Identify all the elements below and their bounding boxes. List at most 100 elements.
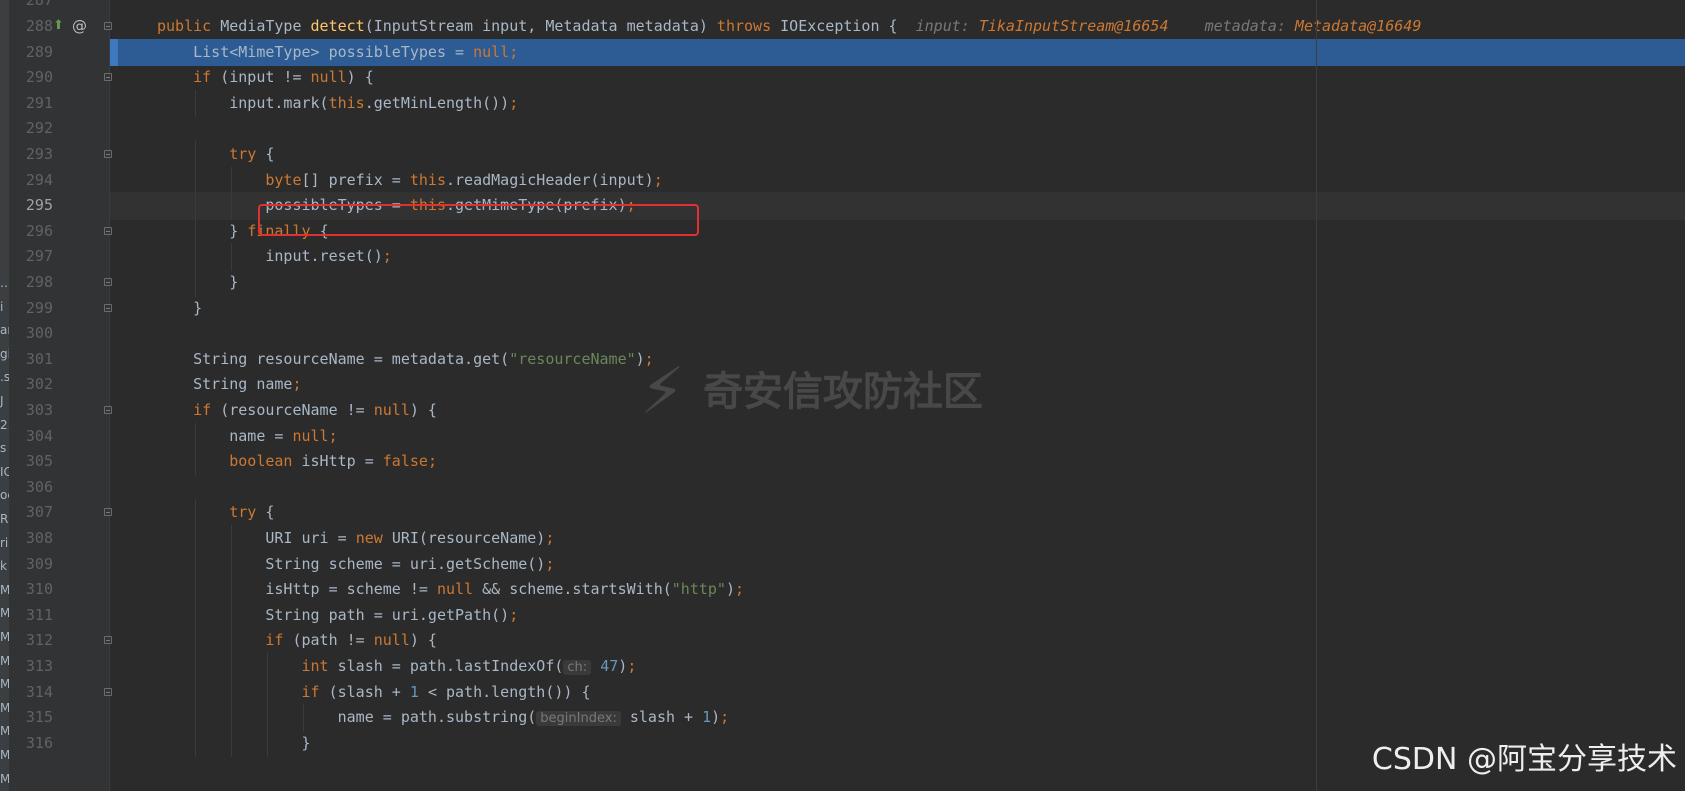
- project-tree-item[interactable]: s: [0, 437, 9, 459]
- code-line-row[interactable]: public MediaType detect(InputStream inpu…: [110, 13, 1685, 41]
- code-token: throws: [716, 17, 781, 35]
- code-line-row[interactable]: if (slash + 1 < path.length()) {: [110, 678, 1685, 707]
- project-tree-item[interactable]: M: [0, 602, 9, 624]
- gutter[interactable]: 287 288 ⬆ @289 290 291 292 293 294 295 296 297 298 29…: [9, 0, 112, 791]
- gutter-line: 294: [9, 167, 109, 195]
- code-line-row[interactable]: if (path != null) {: [110, 627, 1685, 655]
- code-text[interactable]: List<MimeType> possibleTypes = null;: [157, 39, 518, 67]
- code-text[interactable]: String scheme = uri.getScheme();: [157, 551, 554, 579]
- code-token: }: [157, 273, 239, 291]
- code-text[interactable]: }: [157, 295, 202, 323]
- line-number: 309: [25, 554, 53, 573]
- line-number: 310: [25, 580, 53, 599]
- code-line-row[interactable]: boolean isHttp = false;: [110, 448, 1685, 476]
- project-tree-item[interactable]: …: [0, 272, 9, 294]
- code-line-row[interactable]: }: [110, 295, 1685, 323]
- code-text[interactable]: if (path != null) {: [157, 627, 437, 655]
- code-text[interactable]: try {: [157, 499, 274, 527]
- code-line-row[interactable]: URI uri = new URI(resourceName);: [110, 525, 1685, 553]
- code-text[interactable]: boolean isHttp = false;: [157, 448, 437, 476]
- project-tree-item[interactable]: RE: [0, 508, 9, 530]
- code-line-row[interactable]: String path = uri.getPath();: [110, 601, 1685, 630]
- code-text[interactable]: byte[] prefix = this.readMagicHeader(inp…: [157, 167, 662, 195]
- code-token: ;: [427, 452, 437, 471]
- code-text[interactable]: input.reset();: [157, 243, 391, 271]
- project-tree-item[interactable]: M: [0, 579, 9, 601]
- code-line-row[interactable]: }: [110, 269, 1685, 297]
- project-tree-item[interactable]: M: [0, 744, 9, 766]
- project-tree-item[interactable]: .s: [0, 366, 9, 388]
- parameter-hint: beginIndex:: [536, 711, 621, 727]
- code-text[interactable]: int slash = path.lastIndexOf(ch: 47);: [157, 653, 636, 682]
- project-tree-item[interactable]: k: [0, 555, 9, 577]
- code-text[interactable]: String name;: [157, 371, 301, 399]
- project-tree-item[interactable]: M: [0, 720, 9, 742]
- code-text[interactable]: URI uri = new URI(resourceName);: [157, 525, 554, 553]
- code-text[interactable]: isHttp = scheme != null && scheme.starts…: [157, 576, 744, 604]
- code-text[interactable]: if (resourceName != null) {: [157, 397, 437, 425]
- code-text[interactable]: }: [157, 269, 238, 297]
- code-token: String path = uri.getPath(): [157, 605, 510, 624]
- project-tree-item[interactable]: ri: [0, 532, 9, 554]
- code-text[interactable]: String path = uri.getPath();: [157, 602, 518, 630]
- project-tree-item[interactable]: IC: [0, 461, 9, 483]
- code-token: MediaType: [220, 17, 311, 35]
- code-editor[interactable]: …iargi.sJ2.sICocRErikMMMMMMMMM 287288⬆@2…: [0, 0, 1685, 791]
- code-line-row[interactable]: [110, 320, 1685, 348]
- code-text[interactable]: }: [157, 730, 310, 758]
- code-token: ) {: [409, 631, 437, 650]
- line-number: 301: [25, 349, 53, 368]
- code-line-row[interactable]: try {: [110, 499, 1685, 527]
- project-tree-item[interactable]: M: [0, 626, 9, 648]
- execution-point-row[interactable]: List<MimeType> possibleTypes = null;: [110, 38, 1685, 67]
- gutter-line: 289: [9, 39, 109, 67]
- code-line-row[interactable]: if (input != null) {: [110, 64, 1685, 92]
- project-tree-item[interactable]: 2.: [0, 414, 9, 436]
- line-number: 313: [25, 657, 53, 675]
- project-tree-item[interactable]: gi: [0, 343, 9, 365]
- code-token: 1: [702, 708, 712, 727]
- code-line-row[interactable]: [110, 115, 1685, 143]
- code-token: null: [310, 68, 347, 87]
- code-line-row[interactable]: isHttp = scheme != null && scheme.starts…: [110, 576, 1685, 604]
- project-tree-item[interactable]: i: [0, 296, 9, 318]
- code-text[interactable]: String resourceName = metadata.get("reso…: [157, 346, 654, 374]
- code-line-row[interactable]: String scheme = uri.getScheme();: [110, 550, 1685, 579]
- gutter-line: 301: [9, 346, 109, 374]
- code-token: boolean: [229, 452, 302, 471]
- code-line-row[interactable]: input.mark(this.getMinLength());: [110, 89, 1685, 118]
- code-text[interactable]: if (input != null) {: [157, 64, 374, 92]
- project-tree-item[interactable]: ar: [0, 319, 9, 341]
- code-token: URI(resourceName): [391, 529, 546, 547]
- code-line-row[interactable]: [110, 474, 1685, 502]
- project-tree-item[interactable]: M: [0, 673, 9, 695]
- code-token: String scheme = uri.getScheme(): [157, 554, 546, 573]
- code-line-row[interactable]: byte[] prefix = this.readMagicHeader(inp…: [110, 166, 1685, 195]
- code-text[interactable]: name = null;: [157, 423, 337, 451]
- code-line-row[interactable]: try {: [110, 141, 1685, 169]
- project-tree-item[interactable]: M: [0, 768, 9, 790]
- project-tree-item[interactable]: M: [0, 697, 9, 719]
- code-text[interactable]: input.mark(this.getMinLength());: [157, 90, 518, 118]
- highlight-annotation-box: [258, 204, 699, 236]
- project-tree-item[interactable]: J: [0, 390, 9, 412]
- project-tree-item[interactable]: oc: [0, 484, 9, 506]
- watermark-text: 奇安信攻防社区: [702, 369, 983, 415]
- code-text[interactable]: name = path.substring(beginIndex: slash …: [157, 704, 729, 733]
- code-line-row[interactable]: name = path.substring(beginIndex: slash …: [110, 704, 1685, 732]
- code-text[interactable]: if (slash + 1 < path.length()) {: [157, 679, 591, 707]
- project-tree-item[interactable]: M: [0, 650, 9, 672]
- gutter-line: 310: [9, 576, 109, 604]
- code-line-row[interactable]: int slash = path.lastIndexOf(ch: 47);: [110, 653, 1685, 681]
- code-text[interactable]: try {: [157, 141, 274, 169]
- code-text[interactable]: public MediaType detect(InputStream inpu…: [157, 13, 1421, 41]
- override-method-icon[interactable]: ⬆: [53, 16, 64, 36]
- gutter-line: 315: [9, 704, 109, 732]
- annotation-at-icon[interactable]: @: [72, 16, 87, 36]
- code-token: ;: [509, 93, 519, 112]
- project-panel-edge[interactable]: …iargi.sJ2.sICocRErikMMMMMMMMM: [0, 0, 9, 791]
- code-token: (slash +: [328, 682, 410, 701]
- code-line-row[interactable]: input.reset();: [110, 243, 1685, 271]
